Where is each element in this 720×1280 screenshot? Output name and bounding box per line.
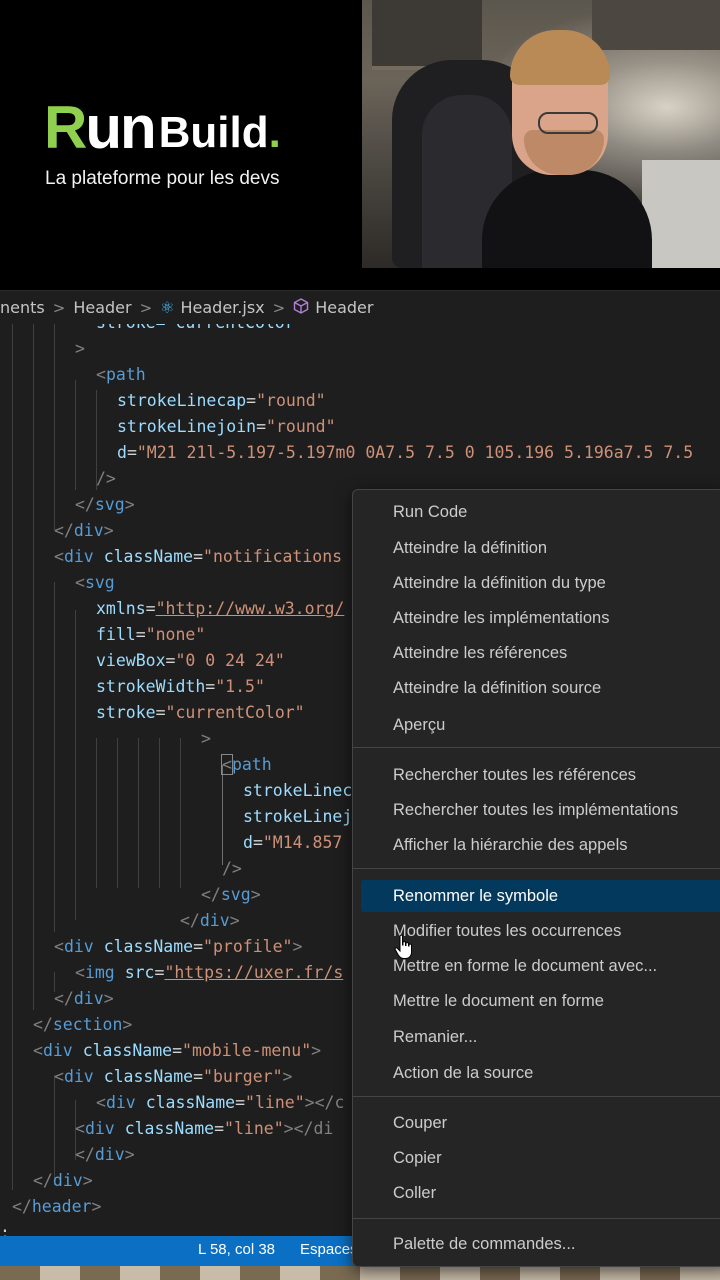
code-line: <div className="line"></di (75, 1119, 334, 1138)
code-line: strokeLinec (243, 781, 353, 800)
code-line: </div> (54, 989, 114, 1008)
code-line: strokeWidth="1.5" (96, 677, 265, 696)
chevron-right-icon: > (272, 298, 286, 317)
code-line: <path (96, 365, 146, 384)
code-line: </div> (75, 1145, 135, 1164)
menu-item-format-document-with[interactable]: Mettre en forme le document avec... (361, 950, 720, 982)
code-line: </div> (180, 911, 240, 930)
desk-background (0, 1266, 720, 1280)
code-line: fill="none" (96, 625, 206, 644)
code-line: strokeLinecap="round" (117, 391, 326, 410)
code-line: </section> (33, 1015, 133, 1034)
code-line: viewBox="0 0 24 24" (96, 651, 285, 670)
menu-item-find-all-implementations[interactable]: Rechercher toutes les implémentations (361, 794, 720, 826)
code-line: stroke="currentColor" (96, 703, 305, 722)
chevron-right-icon: > (52, 298, 66, 317)
code-line: </header> (12, 1197, 102, 1216)
logo-dot: . (268, 108, 281, 157)
breadcrumb-item-header-folder[interactable]: Header (73, 298, 131, 317)
menu-separator (353, 868, 720, 869)
breadcrumb-item-components[interactable]: nents (0, 298, 45, 317)
code-line: <svg (75, 573, 115, 592)
breadcrumb: nents > Header > ⚛ Header.jsx > Header (0, 290, 720, 324)
breadcrumb-item-symbol[interactable]: Header (315, 298, 373, 317)
code-line: <div className="notifications (54, 547, 343, 566)
code-line: <div className="mobile-menu"> (33, 1041, 322, 1060)
code-line: d="M21 21l-5.197-5.197m0 0A7.5 7.5 0 105… (117, 443, 694, 462)
menu-item-show-call-hierarchy[interactable]: Afficher la hiérarchie des appels (361, 829, 720, 861)
menu-item-peek[interactable]: Aperçu (361, 709, 720, 741)
code-line: <div className="line"></c (96, 1093, 345, 1112)
code-line: <div className="burger"> (54, 1067, 293, 1086)
hand-pointer-icon (394, 934, 414, 960)
context-menu: Run Code Atteindre la définition Atteind… (352, 489, 720, 1267)
menu-separator (353, 1218, 720, 1219)
menu-item-refactor[interactable]: Remanier... (361, 1021, 720, 1053)
menu-item-rename-symbol[interactable]: Renommer le symbole (361, 880, 720, 912)
code-line: </svg> (201, 885, 261, 904)
webcam-feed (362, 0, 720, 268)
code-line: strokeLinej (243, 807, 353, 826)
code-line: </svg> (75, 495, 135, 514)
code-line: /> (96, 469, 116, 488)
tagline: La plateforme pour les devs (45, 168, 280, 189)
indentation-status[interactable]: Espaces (300, 1241, 358, 1258)
cursor-position[interactable]: L 58, col 38 (198, 1241, 275, 1258)
menu-item-goto-implementations[interactable]: Atteindre les implémentations (361, 602, 720, 634)
code-line: xmlns="http://www.w3.org/ (96, 599, 345, 618)
react-icon: ⚛ (160, 298, 175, 317)
menu-item-run-code[interactable]: Run Code (361, 496, 720, 528)
menu-separator (353, 747, 720, 748)
code-line: > (201, 729, 211, 748)
menu-item-change-all-occurrences[interactable]: Modifier toutes les occurrences (361, 915, 720, 947)
code-line: <div className="profile"> (54, 937, 303, 956)
logo-un: un (85, 94, 156, 161)
code-line: > (75, 339, 85, 358)
code-line: <img src="https://uxer.fr/s (75, 963, 344, 982)
code-line: d="M14.857 (243, 833, 343, 852)
menu-item-source-action[interactable]: Action de la source (361, 1057, 720, 1089)
breadcrumb-item-file[interactable]: Header.jsx (181, 298, 265, 317)
runbuild-logo: Run Build. (44, 88, 281, 158)
logo-build: Build (158, 108, 269, 157)
code-line: </div> (33, 1171, 93, 1190)
menu-item-goto-source-definition[interactable]: Atteindre la définition source (361, 672, 720, 704)
menu-item-label: Rechercher toutes les références (393, 766, 637, 784)
code-line: /> (222, 859, 242, 878)
chevron-right-icon: > (139, 298, 153, 317)
logo-r: R (44, 94, 87, 161)
menu-item-copy[interactable]: Copier (361, 1142, 720, 1174)
menu-item-command-palette[interactable]: Palette de commandes... (361, 1228, 720, 1260)
menu-item-goto-definition[interactable]: Atteindre la définition (361, 532, 720, 564)
menu-item-paste[interactable]: Coller (361, 1177, 720, 1209)
menu-item-goto-type-definition[interactable]: Atteindre la définition du type (361, 567, 720, 599)
menu-item-cut[interactable]: Couper (361, 1107, 720, 1139)
menu-separator (353, 1096, 720, 1097)
menu-item-find-all-references[interactable]: Rechercher toutes les référencesM (361, 759, 720, 791)
menu-item-goto-references[interactable]: Atteindre les références (361, 637, 720, 669)
component-cube-icon (293, 297, 309, 318)
code-line: <path (221, 754, 272, 775)
code-line: ; (0, 1223, 10, 1236)
code-line: strokeLinejoin="round" (117, 417, 336, 436)
brand-banner: Run Build. La plateforme pour les devs (0, 0, 720, 290)
menu-item-format-document[interactable]: Mettre le document en forme (361, 985, 720, 1017)
code-line: </div> (54, 521, 114, 540)
